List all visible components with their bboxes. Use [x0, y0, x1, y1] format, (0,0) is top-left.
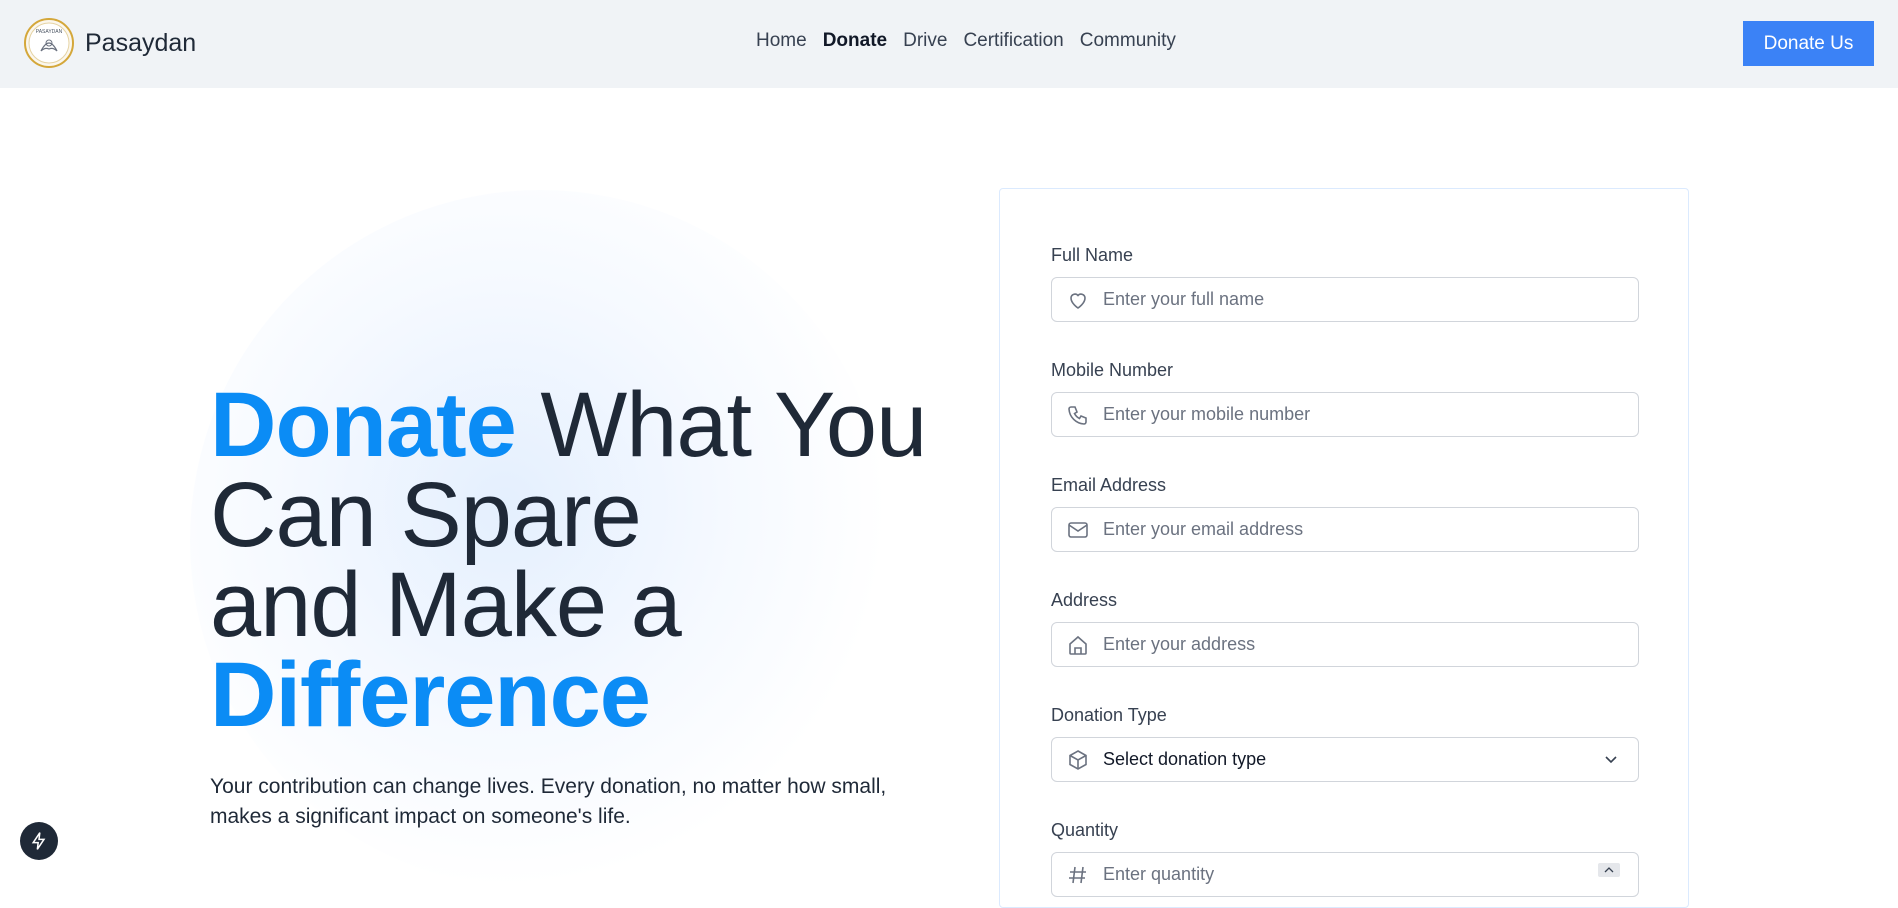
hero-title: Donate What You Can Spare and Make a Dif… [210, 379, 930, 741]
address-input[interactable] [1052, 623, 1638, 666]
pasaydan-logo: PASAYDAN [24, 18, 74, 68]
quantity-stepper[interactable] [1598, 863, 1620, 877]
address-label: Address [1051, 590, 1118, 610]
donation-type-select[interactable]: Select donation type [1051, 737, 1639, 782]
full-name-field: Full Name [1051, 245, 1639, 322]
full-name-label: Full Name [1051, 245, 1134, 265]
hero-title-text-2: Can Spare [210, 464, 642, 566]
heart-icon [1066, 288, 1090, 312]
quantity-label: Quantity [1051, 820, 1119, 840]
email-input[interactable] [1052, 508, 1638, 551]
donate-us-button[interactable]: Donate Us [1743, 21, 1874, 66]
hero-title-accent-difference: Difference [210, 644, 651, 746]
email-field: Email Address [1051, 475, 1639, 552]
quantity-field: Quantity [1051, 820, 1639, 897]
full-name-input[interactable] [1052, 278, 1638, 321]
email-input-box [1051, 507, 1639, 552]
mobile-input-box [1051, 392, 1639, 437]
brand[interactable]: PASAYDAN Pasaydan [24, 18, 196, 68]
donation-type-label: Donation Type [1051, 705, 1167, 725]
hero-title-text-1: What You [515, 374, 927, 476]
hero-subtitle: Your contribution can change lives. Ever… [210, 775, 887, 828]
lightning-icon [31, 832, 46, 850]
logo-emblem-icon: PASAYDAN [28, 22, 70, 64]
quantity-input-box [1051, 852, 1639, 897]
nav-home[interactable]: Home [756, 30, 807, 52]
nav-community[interactable]: Community [1080, 30, 1176, 52]
donation-form-card: Full Name Mobile Number Email Address [999, 188, 1689, 908]
main-nav: Home Donate Drive Certification Communit… [756, 30, 1192, 52]
mobile-field: Mobile Number [1051, 360, 1639, 437]
top-navbar: PASAYDAN Pasaydan Home Donate Drive Cert… [0, 0, 1898, 88]
hero-title-text-3: and Make a [210, 554, 682, 656]
home-icon [1066, 633, 1090, 657]
nav-donate[interactable]: Donate [823, 30, 887, 52]
address-input-box [1051, 622, 1639, 667]
svg-text:PASAYDAN: PASAYDAN [36, 29, 63, 35]
nav-certification[interactable]: Certification [963, 30, 1063, 52]
nav-drive[interactable]: Drive [903, 30, 947, 52]
package-icon [1066, 748, 1090, 772]
full-name-input-box [1051, 277, 1639, 322]
brand-name: Pasaydan [85, 28, 197, 57]
phone-icon [1066, 403, 1090, 427]
mobile-input[interactable] [1052, 393, 1638, 436]
email-label: Email Address [1051, 475, 1167, 495]
hero-title-accent-donate: Donate [210, 374, 517, 476]
lightning-fab-button[interactable] [20, 822, 58, 860]
mail-icon [1066, 518, 1090, 542]
chevron-down-icon [1602, 750, 1620, 773]
mobile-label: Mobile Number [1051, 360, 1174, 380]
address-field: Address [1051, 590, 1639, 667]
quantity-input[interactable] [1052, 853, 1638, 896]
chevron-up-icon [1604, 867, 1614, 873]
hash-icon [1066, 863, 1090, 887]
donation-type-field: Donation Type Select donation type [1051, 705, 1639, 782]
